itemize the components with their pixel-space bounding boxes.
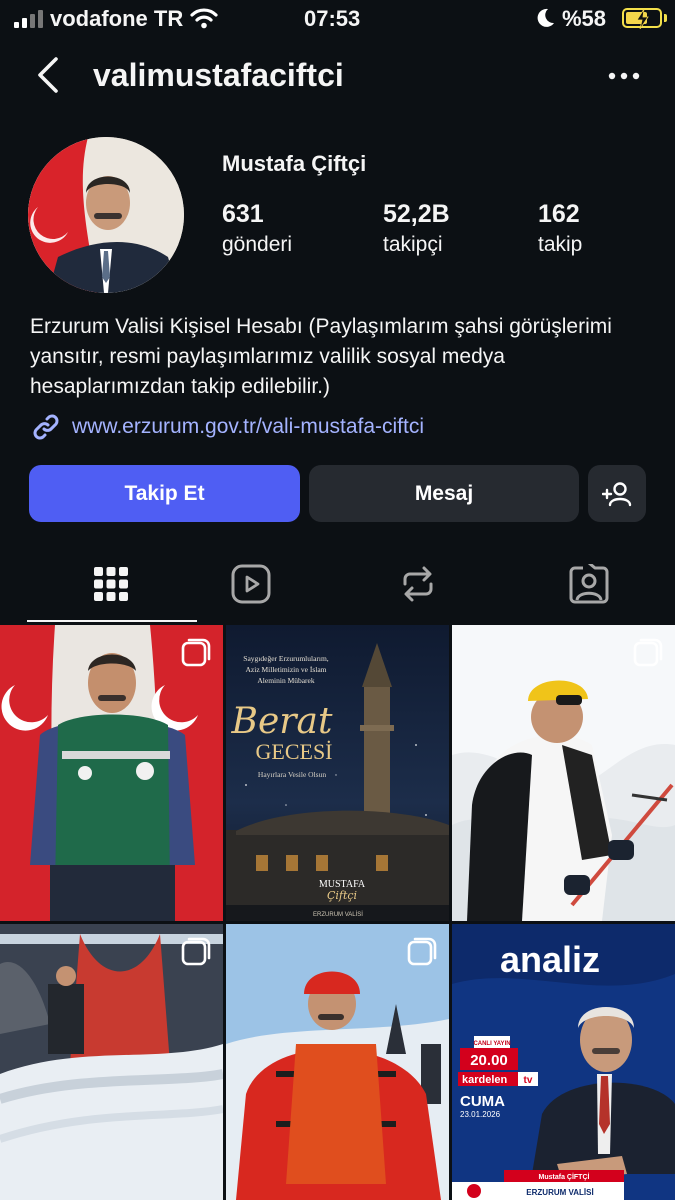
profile-username: valimustafaciftci <box>93 57 344 93</box>
signal-icon <box>14 10 43 28</box>
profile-bio: Erzurum Valisi Kişisel Hesabı (Paylaşıml… <box>30 315 612 398</box>
profile-stats: 631 gönderi 52,2B takipçi 162 takip <box>222 200 642 270</box>
post-thumbnail[interactable]: analiz CANLI YAYIN 20.00 kardelen tv CUM… <box>452 924 675 1200</box>
post-thumbnail[interactable]: Saygıdeğer Erzurumlularım, Aziz Milletimi… <box>226 625 449 921</box>
post-thumbnail[interactable] <box>226 924 449 1200</box>
profile-link-text: www.erzurum.gov.tr/vali-mustafa-ciftci <box>72 415 425 438</box>
posts-label: gönderi <box>222 233 293 256</box>
clock: 07:53 <box>304 6 361 31</box>
reposts-icon <box>403 566 433 602</box>
carrier-name: vodafone TR <box>50 6 184 31</box>
berat-script-title: Berat <box>231 701 333 742</box>
broadcast-hour: 20.00 <box>470 1052 508 1069</box>
link-icon <box>33 414 59 440</box>
tab-reposts[interactable] <box>334 545 502 623</box>
greeting-subtitle: Hayırlara Vesile Olsun <box>258 770 326 779</box>
status-bar: vodafone TR 07:53 %58 <box>0 0 675 40</box>
multi-post-icon <box>633 638 663 667</box>
posts-grid: Saygıdeğer Erzurumlularım, Aziz Milletimi… <box>0 625 675 1200</box>
profile-header: valimustafaciftci <box>0 45 675 105</box>
posts-stat[interactable]: 631 gönderi <box>222 200 292 257</box>
followers-count: 52,2B <box>383 200 450 228</box>
guest-title: ERZURUM VALİSİ <box>526 1188 593 1197</box>
active-tab-indicator <box>27 620 197 622</box>
guest-name: Mustafa ÇİFTÇİ <box>539 1173 590 1181</box>
following-stat[interactable]: 162 takip <box>538 200 582 257</box>
show-brand: analiz <box>500 939 600 980</box>
wifi-icon <box>190 8 218 29</box>
live-label: CANLI YAYIN <box>473 1041 510 1047</box>
following-label: takip <box>538 233 583 256</box>
display-name: Mustafa Çiftçi <box>222 151 367 176</box>
post-thumbnail[interactable] <box>0 924 223 1200</box>
greeting-line: Aleminin Mübarek <box>257 676 315 685</box>
broadcast-day: CUMA <box>460 1093 505 1110</box>
multi-post-icon <box>407 937 437 966</box>
post-thumbnail[interactable] <box>0 625 223 921</box>
battery-percentage: %58 <box>562 6 607 31</box>
battery-icon <box>622 8 662 29</box>
signature-script: Çiftçi <box>327 889 357 902</box>
suggest-users-button[interactable] <box>588 465 646 522</box>
governor-footer: ERZURUM VALİSİ <box>313 911 363 918</box>
broadcast-date: 23.01.2026 <box>460 1110 501 1119</box>
add-user-icon <box>602 481 632 506</box>
following-count: 162 <box>538 200 580 228</box>
post-thumbnail[interactable] <box>452 625 675 921</box>
followers-stat[interactable]: 52,2B takipçi <box>383 200 450 257</box>
back-arrow-icon[interactable] <box>30 55 70 95</box>
follow-button[interactable]: Takip Et <box>29 465 300 522</box>
posts-count: 631 <box>222 200 264 228</box>
profile-link[interactable]: www.erzurum.gov.tr/vali-mustafa-ciftci <box>30 410 424 444</box>
reels-icon <box>231 564 271 604</box>
followers-label: takipçi <box>383 233 443 256</box>
greeting-line: Saygıdeğer Erzurumlularım, <box>243 654 329 663</box>
battery-tip <box>664 14 667 22</box>
multi-post-icon <box>181 937 211 966</box>
moon-icon <box>537 8 554 27</box>
tab-tagged[interactable] <box>505 545 673 623</box>
greeting-line: Aziz Milletimizin ve İslam <box>245 665 326 674</box>
tagged-icon <box>569 564 609 604</box>
grid-icon <box>94 567 128 601</box>
profile-tabs <box>0 545 675 623</box>
multi-post-icon <box>181 638 211 667</box>
tab-reels[interactable] <box>167 545 335 623</box>
channel-tag: tv <box>524 1075 533 1086</box>
profile-avatar[interactable] <box>28 137 184 293</box>
channel-name: kardelen <box>462 1074 508 1086</box>
gecesi-title: GECESİ <box>256 739 333 764</box>
message-button[interactable]: Mesaj <box>309 465 579 522</box>
more-options-icon[interactable] <box>604 61 644 91</box>
